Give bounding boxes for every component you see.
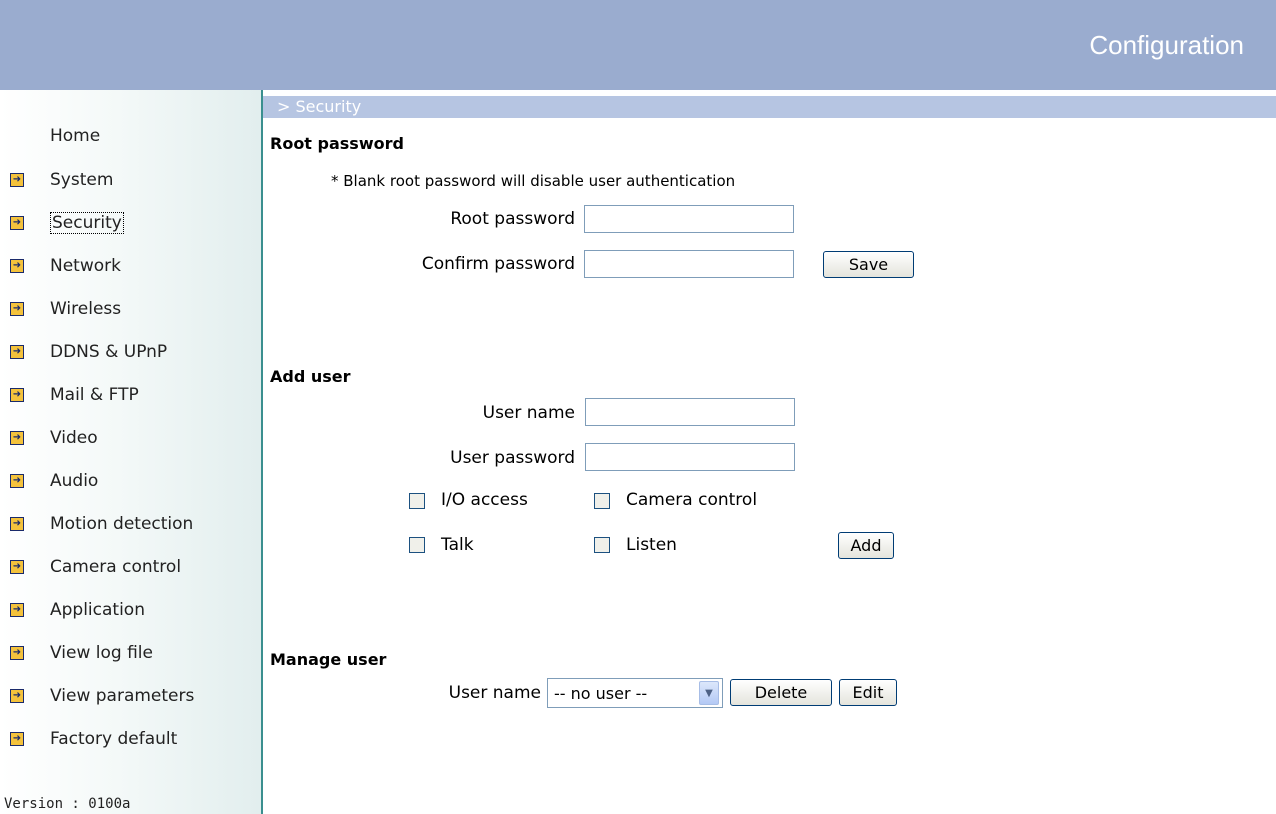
sidebar-item-camera-control[interactable]: ➜ Camera control [10, 553, 181, 581]
user-password-label: User password [450, 448, 575, 468]
manage-user-heading: Manage user [270, 650, 387, 669]
arrow-right-icon: ➜ [10, 173, 24, 187]
user-name-label: User name [482, 403, 575, 423]
sidebar-item-network[interactable]: ➜ Network [10, 252, 121, 280]
talk-checkbox[interactable] [409, 537, 425, 553]
camera-control-label: Camera control [626, 490, 758, 510]
user-select-value: -- no user -- [554, 683, 648, 703]
arrow-right-icon: ➜ [10, 216, 24, 230]
user-name-field[interactable] [585, 398, 795, 426]
root-password-heading: Root password [270, 134, 404, 153]
manage-user-name-label: User name [448, 683, 541, 703]
header-bar: Configuration [0, 0, 1276, 90]
page-title: Configuration [1089, 30, 1244, 60]
root-password-note: * Blank root password will disable user … [331, 172, 736, 190]
sidebar-item-label: Motion detection [50, 514, 194, 534]
listen-label: Listen [626, 535, 677, 555]
arrow-right-icon: ➜ [10, 646, 24, 660]
sidebar-item-label: DDNS & UPnP [50, 342, 168, 362]
sidebar-item-label: View parameters [50, 686, 195, 706]
sidebar-item-motion-detection[interactable]: ➜ Motion detection [10, 510, 193, 538]
sidebar-item-application[interactable]: ➜ Application [10, 596, 145, 624]
add-user-heading: Add user [270, 367, 351, 386]
arrow-right-icon: ➜ [10, 560, 24, 574]
arrow-right-icon: ➜ [10, 259, 24, 273]
chevron-down-icon[interactable]: ▼ [699, 681, 719, 705]
arrow-right-icon: ➜ [10, 689, 24, 703]
sidebar-item-view-log-file[interactable]: ➜ View log file [10, 639, 153, 667]
section-title-bar: > Security [263, 96, 1276, 118]
sidebar-item-label: Mail & FTP [50, 385, 139, 405]
arrow-right-icon: ➜ [10, 474, 24, 488]
sidebar-item-view-parameters[interactable]: ➜ View parameters [10, 682, 194, 710]
arrow-right-icon: ➜ [10, 302, 24, 316]
arrow-right-icon: ➜ [10, 345, 24, 359]
confirm-password-field[interactable] [584, 250, 794, 278]
save-button[interactable]: Save [823, 251, 914, 278]
sidebar-item-label: Audio [50, 471, 99, 491]
arrow-right-icon: ➜ [10, 388, 24, 402]
sidebar-item-ddns-upnp[interactable]: ➜ DDNS & UPnP [10, 338, 167, 366]
sidebar-item-label: Security [50, 212, 124, 234]
sidebar-item-video[interactable]: ➜ Video [10, 424, 98, 452]
sidebar-item-system[interactable]: ➜ System [10, 166, 113, 194]
io-access-checkbox[interactable] [409, 493, 425, 509]
arrow-right-icon: ➜ [10, 517, 24, 531]
sidebar-item-label: System [50, 170, 114, 190]
root-password-field[interactable] [584, 205, 794, 233]
sidebar-item-wireless[interactable]: ➜ Wireless [10, 295, 121, 323]
camera-control-checkbox[interactable] [594, 493, 610, 509]
sidebar-item-audio[interactable]: ➜ Audio [10, 467, 98, 495]
sidebar-item-label: Video [50, 428, 98, 448]
user-select[interactable]: -- no user -- ▼ [547, 678, 723, 708]
version-text: Version : 0100a [4, 796, 131, 812]
confirm-password-label: Confirm password [421, 254, 575, 274]
talk-label: Talk [441, 535, 474, 555]
arrow-right-icon: ➜ [10, 732, 24, 746]
sidebar-item-label: Wireless [50, 299, 122, 319]
sidebar-item-label: Factory default [50, 729, 178, 749]
sidebar: Home ➜ System ➜ Security ➜ Network ➜ Wir… [0, 90, 263, 814]
sidebar-item-factory-default[interactable]: ➜ Factory default [10, 725, 177, 753]
sidebar-item-label: Network [50, 256, 121, 276]
edit-button[interactable]: Edit [839, 679, 897, 706]
sidebar-item-security[interactable]: ➜ Security [10, 209, 124, 237]
add-button[interactable]: Add [838, 532, 894, 559]
arrow-right-icon: ➜ [10, 431, 24, 445]
section-title: > Security [277, 97, 362, 116]
user-password-field[interactable] [585, 443, 795, 471]
delete-button[interactable]: Delete [730, 679, 832, 706]
listen-checkbox[interactable] [594, 537, 610, 553]
io-access-label: I/O access [441, 490, 528, 510]
sidebar-home-link[interactable]: Home [50, 126, 100, 146]
sidebar-item-label: Camera control [50, 557, 182, 577]
sidebar-item-label: Application [50, 600, 145, 620]
sidebar-item-mail-ftp[interactable]: ➜ Mail & FTP [10, 381, 139, 409]
sidebar-item-label: View log file [50, 643, 153, 663]
arrow-right-icon: ➜ [10, 603, 24, 617]
root-password-label: Root password [450, 209, 575, 229]
